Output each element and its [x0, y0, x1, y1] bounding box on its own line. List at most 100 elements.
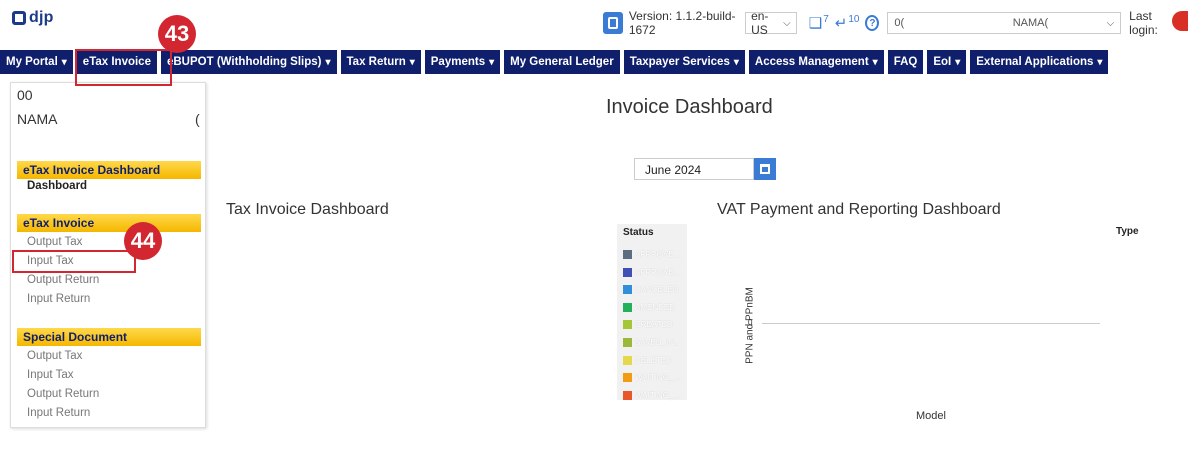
legend-swatch — [623, 355, 632, 365]
legend-label: AMENDED — [635, 302, 676, 312]
legend-item[interactable]: APPROVE... — [623, 267, 681, 277]
caret-down-icon: ▾ — [733, 56, 739, 68]
tax-invoice-dashboard-title: Tax Invoice Dashboard — [226, 201, 389, 218]
legend-item[interactable]: WAITING_... — [623, 373, 681, 383]
step-marker-44: 44 — [124, 222, 162, 260]
main-nav: My Portal ▾ eTax Invoice eBUPOT (Withhold… — [0, 50, 1188, 74]
legend-item[interactable]: APPROVE... — [623, 250, 680, 259]
highlight-etax-invoice — [75, 49, 172, 86]
menu-output-tax[interactable]: Output Tax — [27, 236, 82, 248]
nav-payments[interactable]: Payments ▾ — [424, 50, 501, 74]
step-marker-43: 43 — [158, 15, 196, 53]
legend-item[interactable]: AMENDED — [623, 302, 676, 312]
version-label: Version: 1.1.2-build-1672 — [628, 9, 736, 37]
legend-swatch — [623, 373, 632, 383]
legend-title: Status — [623, 227, 654, 238]
legend-item[interactable]: CREATED — [623, 320, 673, 330]
caret-down-icon: ▾ — [955, 56, 961, 68]
nav-label: Access Management — [754, 56, 869, 68]
user-id: 0( — [894, 17, 905, 29]
help-icon[interactable]: ? — [865, 15, 880, 31]
nav-label: Payments — [430, 56, 486, 68]
language-select[interactable]: en-US ⌵ — [745, 9, 797, 37]
section-etax-invoice-dashboard: eTax Invoice Dashboard — [17, 161, 201, 179]
user-name: NAMA( — [1012, 17, 1049, 29]
legend-label: APPROVE... — [635, 267, 681, 277]
section-special-document: Special Document — [17, 328, 201, 346]
legend-label: WAITING_... — [635, 390, 681, 400]
x-axis-label: Model — [916, 410, 946, 422]
djp-logo[interactable]: djp — [12, 9, 54, 27]
calendar-icon — [760, 164, 770, 174]
notification-bell-button[interactable]: ↵ 10 — [835, 14, 860, 32]
nav-tax-return[interactable]: Tax Return ▾ — [340, 50, 421, 74]
version-info-button[interactable] — [603, 12, 623, 34]
chart-legend: Status APPROVE... APPROVE... CANCELED AMEND… — [617, 224, 687, 400]
chevron-down-icon: ⌵ — [783, 17, 791, 29]
month-input[interactable]: June 2024 — [634, 158, 754, 180]
legend-swatch — [623, 250, 632, 259]
notif-count-a: 7 — [823, 14, 829, 25]
legend-label: WAITING_... — [635, 373, 681, 383]
logout-button[interactable] — [1172, 11, 1188, 31]
legend-label: CREATED — [635, 320, 673, 330]
chart-baseline — [762, 323, 1100, 324]
nav-faq[interactable]: FAQ — [887, 50, 924, 74]
document-icon — [607, 17, 618, 29]
month-picker: June 2024 — [634, 158, 776, 180]
menu-special-input-return[interactable]: Input Return — [27, 407, 90, 419]
last-login-label: Last login: — [1129, 9, 1158, 37]
vat-dashboard-title: VAT Payment and Reporting Dashboard — [717, 201, 1001, 218]
language-value: en-US — [751, 9, 769, 37]
menu-special-output-return[interactable]: Output Return — [27, 388, 99, 400]
legend-swatch — [623, 267, 632, 277]
nav-eoi[interactable]: EoI ▾ — [927, 50, 967, 74]
inbox-notification-icon: ↵ — [834, 15, 848, 32]
legend-item[interactable]: DELETED — [623, 355, 672, 365]
sidebar-user-name: NAMA — [17, 111, 58, 127]
legend-item[interactable]: SAVED_IN... — [623, 338, 681, 347]
nav-ebupot[interactable]: eBUPOT (Withholding Slips) ▾ — [160, 50, 337, 74]
menu-dashboard[interactable]: Dashboard — [27, 180, 87, 192]
legend-swatch — [623, 302, 632, 312]
caret-down-icon: ▾ — [409, 56, 415, 68]
legend-item[interactable]: WAITING_... — [623, 390, 681, 400]
sidebar-user-name-trail: ( — [195, 111, 200, 127]
nav-label: eBUPOT (Withholding Slips) — [166, 56, 322, 68]
menu-output-return[interactable]: Output Return — [27, 274, 99, 286]
menu-special-input-tax[interactable]: Input Tax — [27, 369, 73, 381]
calendar-button[interactable] — [754, 158, 776, 180]
legend-label: CANCELED — [635, 285, 679, 295]
logo-mark-icon — [12, 11, 26, 25]
section-etax-invoice: eTax Invoice — [17, 214, 201, 232]
nav-label: EoI — [933, 56, 952, 68]
nav-my-portal[interactable]: My Portal ▾ — [0, 50, 73, 74]
user-account-select[interactable]: 0( NAMA( ⌵ — [887, 12, 1122, 34]
caret-down-icon: ▾ — [325, 56, 331, 68]
caret-down-icon: ▾ — [61, 56, 67, 68]
nav-external-applications[interactable]: External Applications ▾ — [970, 50, 1109, 74]
menu-input-return[interactable]: Input Return — [27, 293, 90, 305]
nav-taxpayer-services[interactable]: Taxpayer Services ▾ — [623, 50, 745, 74]
notif-count-b: 10 — [848, 14, 860, 25]
y-tick-label: 0 — [748, 318, 753, 327]
nav-label: Tax Return — [346, 56, 406, 68]
logo-text: djp — [29, 9, 54, 26]
notification-document-button[interactable]: ❑ 7 — [809, 14, 829, 32]
legend-swatch — [623, 390, 632, 400]
sidebar-user-id: 00 — [17, 87, 33, 103]
caret-down-icon: ▾ — [1097, 56, 1103, 68]
menu-special-output-tax[interactable]: Output Tax — [27, 350, 82, 362]
legend-swatch — [623, 320, 632, 330]
nav-access-management[interactable]: Access Management ▾ — [748, 50, 884, 74]
nav-label: FAQ — [893, 56, 918, 68]
legend-swatch — [623, 338, 632, 347]
nav-my-general-ledger[interactable]: My General Ledger — [504, 50, 620, 74]
header-tools: Version: 1.1.2-build-1672 en-US ⌵ ❑ 7 ↵ 10… — [603, 9, 1188, 37]
legend-item[interactable]: CANCELED — [623, 285, 679, 295]
legend-label: SAVED_IN... — [635, 338, 681, 347]
legend-label: APPROVE... — [635, 250, 681, 259]
highlight-input-tax — [12, 250, 136, 273]
legend-label: DELETED — [635, 355, 672, 365]
type-label: Type — [1116, 226, 1139, 237]
